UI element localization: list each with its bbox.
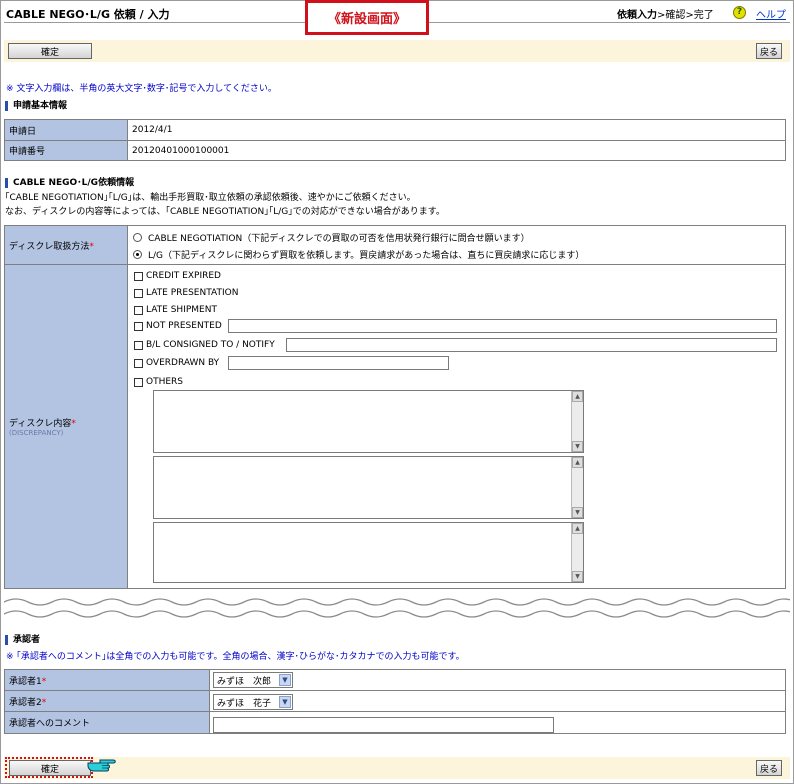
help-link[interactable]: ヘルプ: [756, 6, 786, 21]
dropdown-arrow-icon[interactable]: ▼: [279, 674, 291, 686]
approver1-label-cell: 承認者1*: [4, 669, 210, 691]
scroll-up-arrow-icon[interactable]: ▲: [572, 391, 583, 402]
input-notice: ※ 文字入力欄は、半角の英大文字･数字･記号で入力してください。: [6, 84, 277, 94]
back-button-top[interactable]: 戻る: [756, 43, 782, 59]
checkbox-overdrawn-by[interactable]: OVERDRAWN BY: [134, 358, 219, 368]
comment-label: 承認者へのコメント: [9, 719, 91, 729]
confirm-button-bottom[interactable]: 確定: [9, 760, 91, 776]
approver1-value-cell: [209, 669, 786, 691]
approver1-select[interactable]: みずほ 次郎 ▼: [213, 672, 293, 688]
approver1-label: 承認者1: [9, 676, 42, 687]
option-label: CABLE NEGOTIATION（下記ディスクレでの買取の可否を信用状発行銀行…: [148, 234, 530, 244]
apply-date-value: 2012/4/1: [127, 119, 786, 141]
basic-info-title: 申請基本情報: [5, 101, 67, 111]
table-row: 承認者2*: [4, 690, 786, 712]
approver2-label-cell: 承認者2*: [4, 690, 210, 712]
method-label-cell: ディスクレ取扱方法*: [4, 225, 128, 265]
checkbox-late-shipment[interactable]: LATE SHIPMENT: [134, 305, 217, 315]
lg-section-title: CABLE NEGO･L/G依頼情報: [5, 178, 134, 188]
required-mark: *: [41, 676, 47, 687]
others-textarea-2[interactable]: ▲ ▼: [153, 456, 584, 519]
checkbox-label: OTHERS: [146, 377, 184, 387]
scroll-up-arrow-icon[interactable]: ▲: [572, 523, 583, 534]
approver-section-title: 承認者: [5, 635, 40, 645]
radio-cable-negotiation[interactable]: [133, 233, 142, 242]
checkbox-late-presentation[interactable]: LATE PRESENTATION: [134, 288, 238, 298]
checkbox-bl-consigned[interactable]: B/L CONSIGNED TO / NOTIFY: [134, 340, 275, 350]
checkbox-label: LATE SHIPMENT: [146, 305, 217, 315]
content-label-cell: ディスクレ内容* (DISCREPANCY): [4, 264, 128, 589]
checkbox-label: NOT PRESENTED: [146, 321, 222, 331]
others-textarea-3[interactable]: ▲ ▼: [153, 522, 584, 583]
step-rest: >確認>完了: [657, 10, 714, 21]
checkbox-label: LATE PRESENTATION: [146, 288, 239, 298]
approver2-selected: みずほ 花子: [217, 698, 272, 709]
basic-info-table: 申請日 2012/4/1 申請番号 20120401000100001: [4, 119, 786, 161]
table-row: 申請日 2012/4/1: [4, 119, 786, 141]
bottom-toolbar: [4, 757, 790, 779]
content-label: ディスクレ内容: [9, 419, 72, 429]
table-row: 申請番号 20120401000100001: [4, 140, 786, 161]
top-toolbar: [4, 40, 790, 62]
page-title: CABLE NEGO･L/G 依頼 / 入力: [6, 8, 170, 21]
checkbox-box[interactable]: [134, 305, 143, 315]
approver2-select[interactable]: みずほ 花子 ▼: [213, 694, 293, 710]
option-lg[interactable]: L/G（下記ディスクレに関わらず買取を依頼します。買戻請求があった場合は、直ちに…: [133, 248, 584, 261]
option-label: L/G（下記ディスクレに関わらず買取を依頼します。買戻請求があった場合は、直ちに…: [148, 251, 585, 261]
pointing-hand-icon: [87, 759, 116, 772]
approver-comment-input[interactable]: [213, 717, 554, 733]
omission-wave-divider: [4, 598, 790, 618]
overdrawn-by-input[interactable]: [228, 356, 449, 370]
checkbox-credit-expired[interactable]: CREDIT EXPIRED: [134, 271, 221, 281]
checkbox-box[interactable]: [134, 321, 143, 331]
scroll-down-arrow-icon[interactable]: ▼: [572, 507, 583, 518]
approver-note: ※ ｢承認者へのコメント｣は全角での入力も可能です。全角の場合、漢字･ひらがな･…: [6, 652, 465, 662]
required-mark: *: [41, 697, 47, 708]
scrollbar[interactable]: ▲ ▼: [571, 457, 583, 518]
apply-date-label: 申請日: [4, 119, 128, 141]
checkbox-box[interactable]: [134, 288, 143, 298]
not-presented-input[interactable]: [228, 319, 777, 333]
option-cable-negotiation[interactable]: CABLE NEGOTIATION（下記ディスクレでの買取の可否を信用状発行銀行…: [133, 231, 530, 244]
checkbox-others[interactable]: OTHERS: [134, 377, 183, 387]
required-mark: *: [71, 419, 76, 429]
bl-consigned-input[interactable]: [286, 338, 777, 352]
checkbox-label: OVERDRAWN BY: [146, 358, 220, 368]
scroll-down-arrow-icon[interactable]: ▼: [572, 571, 583, 582]
back-button-bottom[interactable]: 戻る: [756, 760, 782, 776]
scroll-down-arrow-icon[interactable]: ▼: [572, 441, 583, 452]
table-row: 承認者1*: [4, 669, 786, 691]
radio-lg[interactable]: [133, 250, 142, 259]
checkbox-label: B/L CONSIGNED TO / NOTIFY: [146, 340, 275, 350]
step-indicator: 依頼入力>確認>完了: [617, 6, 714, 21]
approver2-label: 承認者2: [9, 697, 42, 708]
apply-number-value: 20120401000100001: [127, 140, 786, 161]
apply-number-label: 申請番号: [4, 140, 128, 161]
checkbox-box[interactable]: [134, 271, 143, 281]
dropdown-arrow-icon[interactable]: ▼: [279, 696, 291, 708]
lg-desc-2: なお、ディスクレの内容等によっては、｢CABLE NEGOTIATION｣｢L/…: [5, 207, 445, 217]
method-label: ディスクレ取扱方法: [9, 241, 90, 252]
checkbox-box[interactable]: [134, 340, 143, 350]
scrollbar[interactable]: ▲ ▼: [571, 523, 583, 582]
required-mark: *: [89, 241, 94, 252]
others-textarea-1[interactable]: ▲ ▼: [153, 390, 584, 453]
approver1-selected: みずほ 次郎: [217, 676, 272, 687]
checkbox-box[interactable]: [134, 358, 143, 368]
comment-label-cell: 承認者へのコメント: [4, 711, 210, 734]
checkbox-box[interactable]: [134, 377, 143, 387]
new-screen-stamp: 《新設画面》: [305, 0, 429, 35]
checkbox-label: CREDIT EXPIRED: [146, 271, 221, 281]
scroll-up-arrow-icon[interactable]: ▲: [572, 457, 583, 468]
scrollbar[interactable]: ▲ ▼: [571, 391, 583, 452]
help-icon[interactable]: ?: [733, 6, 746, 19]
confirm-button-top[interactable]: 確定: [8, 43, 92, 59]
lg-desc-1: ｢CABLE NEGOTIATION｣｢L/G｣は、輸出手形買取･取立依頼の承認…: [5, 193, 416, 203]
approver2-value-cell: [209, 690, 786, 712]
step-current: 依頼入力: [617, 10, 657, 21]
content-sub-label: (DISCREPANCY): [9, 429, 64, 437]
checkbox-not-presented[interactable]: NOT PRESENTED: [134, 321, 222, 331]
